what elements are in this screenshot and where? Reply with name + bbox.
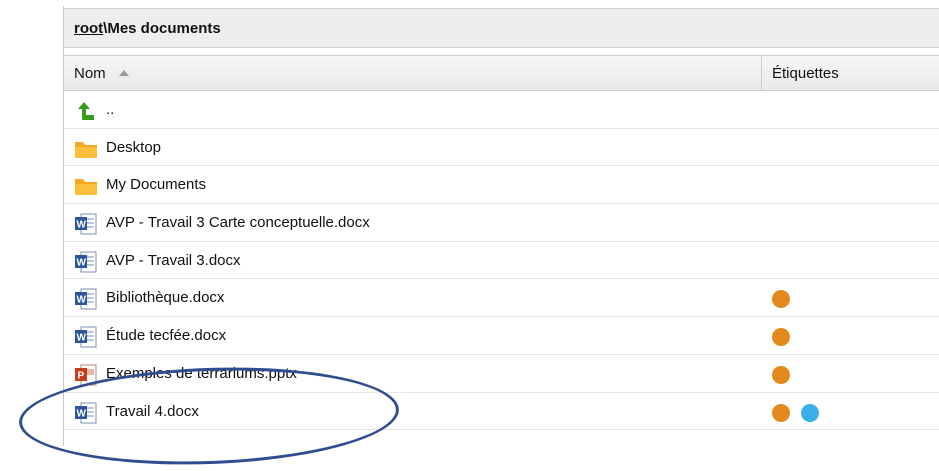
svg-text:W: W (77, 333, 87, 344)
svg-text:W: W (77, 295, 87, 306)
list-item[interactable]: Desktop (64, 129, 939, 167)
list-item-label: AVP - Travail 3 Carte conceptuelle.docx (106, 214, 370, 232)
word-doc-icon: W (74, 251, 98, 273)
svg-text:P: P (78, 370, 85, 381)
tag-dot-orange (772, 328, 790, 347)
svg-text:W: W (77, 257, 87, 268)
list-item[interactable]: W AVP - Travail 3.docx (64, 242, 939, 280)
list-item[interactable]: W Travail 4.docx (64, 393, 939, 431)
list-item[interactable]: P Exemples de terrariums.pptx (64, 355, 939, 393)
column-name-label: Nom (74, 65, 106, 82)
list-item-label: My Documents (106, 176, 207, 194)
sort-ascending-icon (119, 70, 129, 76)
tag-dot-orange (772, 290, 790, 309)
svg-text:W: W (77, 220, 87, 231)
list-item[interactable]: W Étude tecfée.docx (64, 317, 939, 355)
column-header-tags[interactable]: Étiquettes (762, 56, 939, 90)
tag-dot-orange (772, 403, 790, 422)
breadcrumb-path: root\Mes documents (74, 20, 221, 37)
list-item[interactable]: W AVP - Travail 3 Carte conceptuelle.doc… (64, 204, 939, 242)
word-doc-icon: W (74, 288, 98, 310)
list-item-label: Travail 4.docx (106, 402, 199, 420)
breadcrumb-current: \Mes documents (103, 20, 221, 37)
list-item-label: Exemples de terrariums.pptx (106, 364, 297, 382)
file-list: .. Desktop My Documents W AVP - Travail … (64, 91, 939, 431)
word-doc-icon: W (74, 326, 98, 348)
powerpoint-icon: P (74, 364, 98, 386)
tags-cell (772, 290, 797, 309)
list-item-label: Bibliothèque.docx (106, 289, 225, 307)
column-tags-label: Étiquettes (772, 65, 839, 82)
list-item-label: .. (106, 101, 115, 118)
column-header-name[interactable]: Nom (64, 56, 762, 90)
word-doc-icon: W (74, 402, 98, 424)
tags-cell (772, 403, 826, 422)
folder-icon (74, 175, 98, 197)
tag-dot-orange (772, 365, 790, 384)
word-doc-icon: W (74, 213, 98, 235)
list-item-label: AVP - Travail 3.docx (106, 251, 241, 269)
breadcrumb-root-link[interactable]: root (74, 20, 103, 37)
list-item[interactable]: .. (64, 91, 939, 129)
tags-cell (772, 328, 797, 347)
svg-text:W: W (77, 408, 87, 419)
up-arrow-icon (74, 100, 98, 122)
list-item[interactable]: W Bibliothèque.docx (64, 279, 939, 318)
list-item-label: Étude tecfée.docx (106, 327, 227, 345)
folder-icon (74, 138, 98, 160)
breadcrumb: root\Mes documents (64, 8, 939, 48)
tags-cell (772, 365, 797, 384)
column-header: Nom Étiquettes (64, 55, 939, 91)
list-item-label: Desktop (106, 138, 162, 156)
list-item[interactable]: My Documents (64, 166, 939, 205)
tag-dot-blue (801, 403, 820, 422)
